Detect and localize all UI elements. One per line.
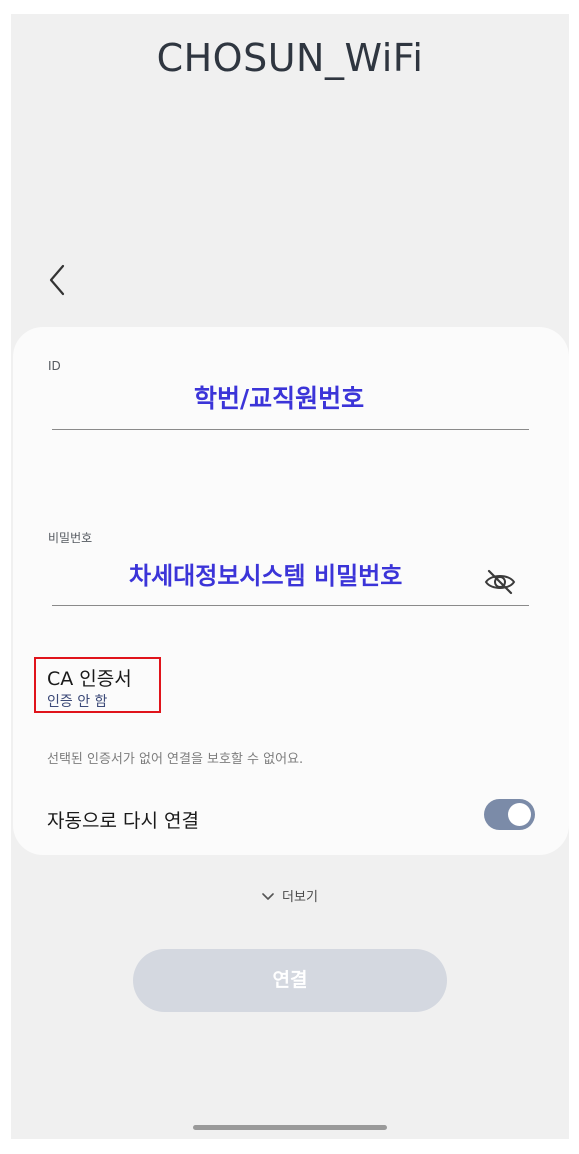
wifi-settings-screen: CHOSUN_WiFi ID 학번/교직원번호 비밀번호 차세대정보시스템 비밀… — [11, 14, 569, 1139]
id-field-value[interactable]: 학번/교직원번호 — [194, 379, 364, 415]
more-options-label: 더보기 — [282, 890, 318, 905]
id-field-label: ID — [48, 359, 61, 373]
id-field-underline — [52, 429, 529, 430]
more-options-button[interactable]: 더보기 — [11, 886, 569, 905]
back-chevron-icon — [49, 264, 65, 296]
connect-button[interactable]: 연결 — [133, 949, 447, 1012]
password-field-label: 비밀번호 — [48, 531, 93, 545]
ca-certificate-label[interactable]: CA 인증서 — [47, 664, 132, 691]
ca-certificate-warning: 선택된 인증서가 없어 연결을 보호할 수 없어요. — [47, 752, 304, 767]
password-field-value[interactable]: 차세대정보시스템 비밀번호 — [129, 556, 402, 591]
auto-reconnect-toggle[interactable] — [484, 799, 535, 830]
toggle-knob — [508, 803, 531, 826]
password-field-underline — [52, 605, 529, 606]
eye-off-icon — [484, 569, 516, 595]
back-button[interactable] — [39, 258, 75, 302]
network-settings-card: ID 학번/교직원번호 비밀번호 차세대정보시스템 비밀번호 CA 인증서 인증… — [13, 327, 569, 855]
chevron-down-icon — [262, 890, 274, 905]
auto-reconnect-label: 자동으로 다시 연결 — [47, 810, 199, 832]
ca-certificate-value[interactable]: 인증 안 함 — [47, 691, 107, 711]
network-name-title: CHOSUN_WiFi — [156, 36, 424, 80]
password-visibility-toggle[interactable] — [483, 565, 517, 599]
home-indicator[interactable] — [193, 1125, 387, 1130]
